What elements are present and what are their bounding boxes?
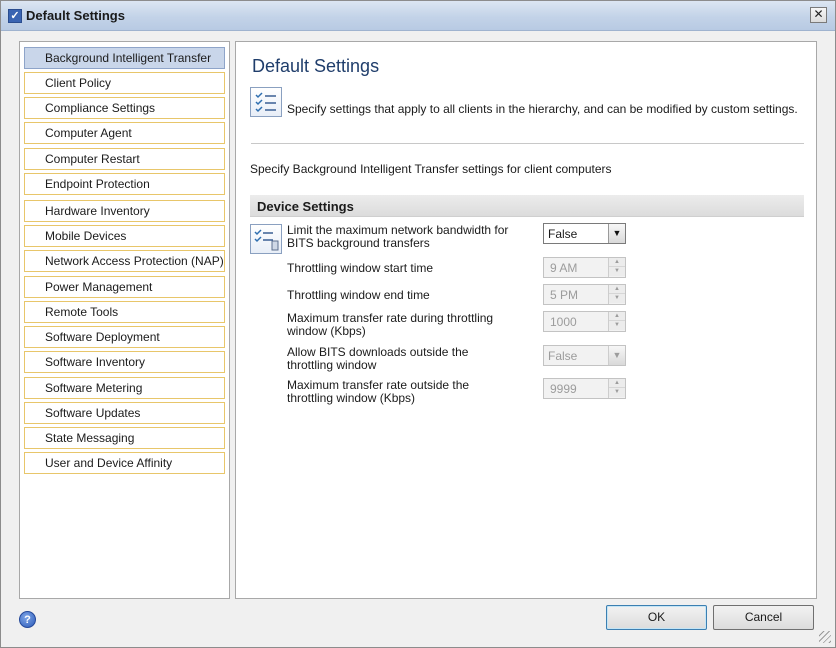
allow-bits-outside-dropdown: False ▼ [543,345,626,366]
nav-item-software-metering[interactable]: Software Metering [24,377,225,399]
max-rate-outside-value: 9999 [550,382,577,396]
settings-check-icon: ✓ [8,9,22,23]
limit-bandwidth-value: False [548,227,578,241]
nav-item-software-updates[interactable]: Software Updates [24,402,225,424]
nav-item-power-management[interactable]: Power Management [24,276,225,298]
nav-item-remote-tools[interactable]: Remote Tools [24,301,225,323]
throttling-start-label: Throttling window start time [287,261,434,275]
settings-category-list: Background Intelligent Transfer Client P… [19,41,230,599]
dropdown-arrow-icon: ▼ [608,346,625,365]
dialog-window: ✓ Default Settings ✕ Background Intellig… [0,0,836,648]
spinner-buttons: ▲ ▼ [608,285,625,304]
max-rate-during-label: Maximum transfer rate during throttling … [287,311,494,338]
nav-item-state-messaging[interactable]: State Messaging [24,427,225,449]
nav-item-hardware-inventory[interactable]: Hardware Inventory [24,200,225,222]
limit-bandwidth-dropdown[interactable]: False ▼ [543,223,626,244]
cancel-button[interactable]: Cancel [713,605,814,630]
nav-item-compliance-settings[interactable]: Compliance Settings [24,97,225,119]
category-description: Specify Background Intelligent Transfer … [250,162,612,176]
spinner-up-icon: ▲ [609,285,625,294]
nav-item-endpoint-protection[interactable]: Endpoint Protection [24,173,225,195]
device-settings-header: Device Settings [250,195,804,217]
spinner-down-icon: ▼ [609,321,625,330]
throttling-start-spinner: 9 AM ▲ ▼ [543,257,626,278]
spinner-buttons: ▲ ▼ [608,312,625,331]
allow-bits-outside-value: False [548,349,578,363]
spinner-down-icon: ▼ [609,267,625,276]
setting-list-icon [250,224,282,254]
throttling-start-value: 9 AM [550,261,578,275]
spinner-buttons: ▲ ▼ [608,379,625,398]
ok-button[interactable]: OK [606,605,707,630]
max-rate-during-spinner: 1000 ▲ ▼ [543,311,626,332]
divider [251,143,804,144]
allow-bits-outside-label: Allow BITS downloads outside the throttl… [287,345,469,372]
throttling-end-spinner: 5 PM ▲ ▼ [543,284,626,305]
page-description: Specify settings that apply to all clien… [287,102,798,116]
nav-item-user-and-device-affinity[interactable]: User and Device Affinity [24,452,225,474]
settings-content-panel: Default Settings Specify settings that a… [235,41,817,599]
spinner-up-icon: ▲ [609,258,625,267]
close-button[interactable]: ✕ [810,7,827,23]
max-rate-outside-label: Maximum transfer rate outside the thrott… [287,378,470,405]
nav-item-network-access-protection[interactable]: Network Access Protection (NAP) [24,250,225,272]
nav-item-computer-agent[interactable]: Computer Agent [24,122,225,144]
checklist-icon [250,87,282,117]
nav-item-software-inventory[interactable]: Software Inventory [24,351,225,373]
nav-item-software-deployment[interactable]: Software Deployment [24,326,225,348]
title-bar: ✓ Default Settings ✕ [1,1,835,31]
nav-item-background-intelligent-transfer[interactable]: Background Intelligent Transfer [24,47,225,69]
max-rate-during-value: 1000 [550,315,577,329]
limit-bandwidth-label: Limit the maximum network bandwidth for … [287,223,509,250]
spinner-up-icon: ▲ [609,379,625,388]
window-title: Default Settings [26,8,125,23]
nav-item-mobile-devices[interactable]: Mobile Devices [24,225,225,247]
throttling-end-label: Throttling window end time [287,288,430,302]
spinner-down-icon: ▼ [609,388,625,397]
spinner-buttons: ▲ ▼ [608,258,625,277]
nav-item-computer-restart[interactable]: Computer Restart [24,148,225,170]
dropdown-arrow-icon[interactable]: ▼ [608,224,625,243]
resize-grip[interactable] [819,631,831,643]
throttling-end-value: 5 PM [550,288,579,302]
spinner-down-icon: ▼ [609,294,625,303]
help-icon[interactable]: ? [19,611,36,628]
max-rate-outside-spinner: 9999 ▲ ▼ [543,378,626,399]
spinner-up-icon: ▲ [609,312,625,321]
nav-item-client-policy[interactable]: Client Policy [24,72,225,94]
section-title: Device Settings [257,199,354,214]
page-title: Default Settings [252,56,380,76]
